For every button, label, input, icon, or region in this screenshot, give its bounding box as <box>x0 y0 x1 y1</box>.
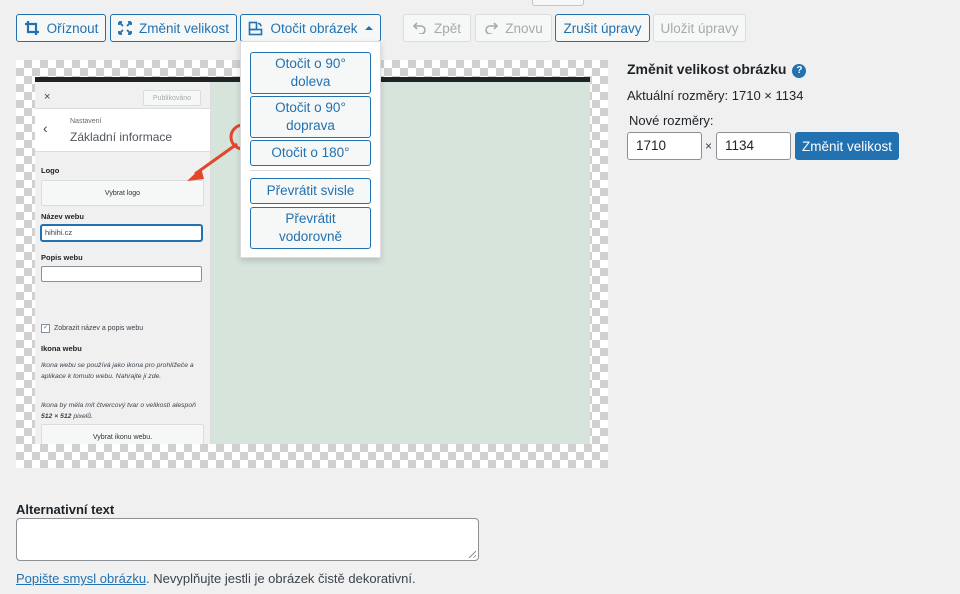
cancel-edits-label: Zrušit úpravy <box>563 20 642 36</box>
undo-button[interactable]: Zpět <box>403 14 471 42</box>
show-title-label: Zobrazit název a popis webu <box>54 325 144 332</box>
alt-text-label: Alternativní text <box>16 502 115 517</box>
cancel-edits-button[interactable]: Zrušit úpravy <box>555 14 650 42</box>
width-input[interactable]: 1710 <box>627 132 702 160</box>
rotate-label: Otočit obrázek <box>270 20 358 36</box>
height-input[interactable]: 1134 <box>716 132 791 160</box>
tagline-input <box>41 266 202 282</box>
rotate-right-item[interactable]: Otočit o 90° doprava <box>250 96 371 138</box>
rotate-menu: Otočit o 90° doleva Otočit o 90° doprava… <box>240 41 381 258</box>
crop-icon <box>24 20 40 36</box>
redo-button[interactable]: Znovu <box>475 14 552 42</box>
scale-label: Změnit velikost <box>138 20 230 36</box>
hidden-button-edge <box>532 0 584 6</box>
save-edits-label: Uložit úpravy <box>660 20 739 36</box>
help-icon[interactable]: ? <box>792 64 807 78</box>
published-button: Publikováno <box>143 90 201 106</box>
section-title: Základní informace <box>70 130 173 144</box>
chevron-left-icon: ‹ <box>43 120 48 136</box>
crop-label: Oříznout <box>46 20 99 36</box>
site-icon-desc-1: Ikona webu se používá jako ikona pro pro… <box>41 362 194 380</box>
scale-submit-label: Změnit velikost <box>801 138 893 154</box>
site-name-input: hihihi.cz <box>41 225 202 241</box>
save-edits-button[interactable]: Uložit úpravy <box>653 14 746 42</box>
undo-icon <box>413 22 427 34</box>
redo-label: Znovu <box>505 20 543 36</box>
describe-purpose-link[interactable]: Popište smysl obrázku <box>16 571 146 586</box>
times-sign: × <box>705 139 713 153</box>
scale-title: Změnit velikost obrázku? <box>627 61 807 78</box>
alt-text-help: Popište smysl obrázku. Nevyplňujte jestl… <box>16 571 416 586</box>
tagline-label: Popis webu <box>41 253 83 262</box>
flip-horizontal-item[interactable]: Převrátit vodorovně <box>250 207 371 249</box>
current-dimensions: Aktuální rozměry: 1710 × 1134 <box>627 88 804 103</box>
resize-handle-icon[interactable] <box>469 551 476 558</box>
caret-up-icon <box>364 25 373 31</box>
redo-icon <box>484 22 499 34</box>
alt-text-textarea[interactable] <box>16 518 479 561</box>
settings-crumb: Nastavení <box>70 118 102 125</box>
site-icon-label: Ikona webu <box>41 344 82 353</box>
show-title-checkbox: ✓ Zobrazit název a popis webu <box>41 324 143 333</box>
select-icon-button: Vybrat ikonu webu. <box>41 424 204 444</box>
check-icon: ✓ <box>41 324 50 333</box>
site-icon-desc-2: Ikona by měla mít čtvercový tvar o velik… <box>41 402 196 420</box>
new-dimensions-label: Nové rozměry: <box>629 113 714 128</box>
rotate-image-button[interactable]: Otočit obrázek <box>240 14 381 42</box>
close-icon: × <box>44 91 51 103</box>
undo-label: Zpět <box>434 20 462 36</box>
rotate-icon <box>248 21 263 36</box>
rotate-left-item[interactable]: Otočit o 90° doleva <box>250 52 371 94</box>
scale-submit-button[interactable]: Změnit velikost <box>795 132 899 160</box>
logo-label: Logo <box>41 166 60 175</box>
scale-button[interactable]: Změnit velikost <box>110 14 237 42</box>
scale-icon <box>118 21 132 35</box>
flip-vertical-item[interactable]: Převrátit svisle <box>250 178 371 204</box>
crop-button[interactable]: Oříznout <box>16 14 106 42</box>
site-name-label: Název webu <box>41 212 84 221</box>
rotate-180-item[interactable]: Otočit o 180° <box>250 140 371 166</box>
menu-divider <box>250 170 371 171</box>
